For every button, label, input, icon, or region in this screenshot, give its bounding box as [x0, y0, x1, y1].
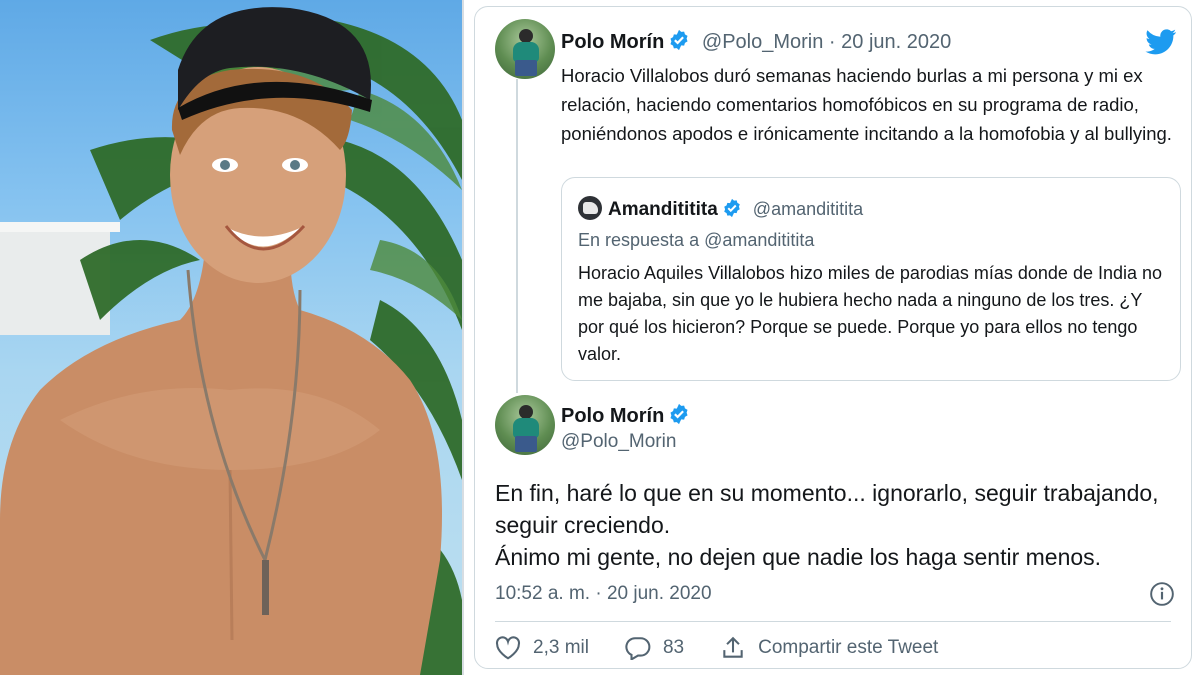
- avatar[interactable]: [495, 19, 555, 79]
- author-handle[interactable]: @Polo_Morin: [561, 430, 690, 454]
- twitter-bird-icon: [1145, 29, 1177, 55]
- reply-count: 83: [662, 637, 685, 658]
- separator-dot: ·: [595, 583, 602, 604]
- quoted-tweet[interactable]: Amandititita @amandititita En respuesta …: [561, 177, 1181, 381]
- quoted-author-handle: @amandititita: [752, 199, 864, 219]
- separator-dot: ·: [828, 31, 836, 53]
- like-count: 2,3 mil: [533, 637, 589, 658]
- photo-illustration: [0, 7, 462, 675]
- profile-photo: [0, 0, 462, 675]
- verified-badge-icon: [724, 198, 740, 218]
- like-button[interactable]: 2,3 mil: [495, 636, 589, 660]
- author-name[interactable]: Polo Morín: [561, 405, 664, 427]
- tweet-header: Polo Morín @Polo_Morin: [561, 403, 690, 454]
- tweet-date[interactable]: 20 jun. 2020: [841, 31, 951, 53]
- share-icon: [723, 636, 743, 658]
- verified-badge-icon: [670, 403, 688, 425]
- tweet-text: Horacio Villalobos duró semanas haciendo…: [561, 65, 1172, 144]
- tweet-timestamp[interactable]: 10:52 a. m. · 20 jun. 2020: [495, 583, 712, 605]
- quoted-avatar: [578, 196, 602, 220]
- author-handle[interactable]: @Polo_Morin: [702, 31, 823, 53]
- tweet-text-line: En fin, haré lo que en su momento... ign…: [495, 480, 1159, 538]
- author-name[interactable]: Polo Morín: [561, 31, 664, 53]
- reply-button[interactable]: 83: [625, 636, 684, 660]
- divider: [495, 621, 1171, 622]
- quoted-tweet-text: Horacio Aquiles Villalobos hizo miles de…: [578, 263, 1163, 364]
- quoted-tweet-header: Amandititita @amandititita: [578, 196, 863, 221]
- tweet-date: 20 jun. 2020: [606, 583, 712, 604]
- heart-icon: [495, 636, 521, 660]
- tweet-text: En fin, haré lo que en su momento... ign…: [495, 477, 1185, 573]
- tweet-panel: Polo Morín @Polo_Morin · 20 jun. 2020 Ho…: [462, 0, 1200, 675]
- quoted-author-name: Amandititita: [608, 199, 718, 220]
- thread-connector-line: [516, 79, 518, 393]
- reply-bubble-icon: [625, 637, 651, 660]
- tweet-card: Polo Morín @Polo_Morin · 20 jun. 2020 Ho…: [474, 6, 1192, 669]
- reply-to-label: En respuesta a @amandititita: [578, 230, 815, 250]
- tweet-actions: 2,3 mil 83 Compartir este Tweet: [495, 635, 974, 661]
- share-label: Compartir este Tweet: [758, 637, 939, 658]
- verified-badge-icon: [670, 29, 688, 51]
- info-icon[interactable]: [1149, 581, 1175, 607]
- tweet-header: Polo Morín @Polo_Morin · 20 jun. 2020: [561, 29, 951, 54]
- avatar[interactable]: [495, 395, 555, 455]
- share-button[interactable]: Compartir este Tweet: [720, 635, 938, 661]
- tweet-time: 10:52 a. m.: [495, 583, 591, 604]
- tweet-text-line: Ánimo mi gente, no dejen que nadie los h…: [495, 544, 1102, 570]
